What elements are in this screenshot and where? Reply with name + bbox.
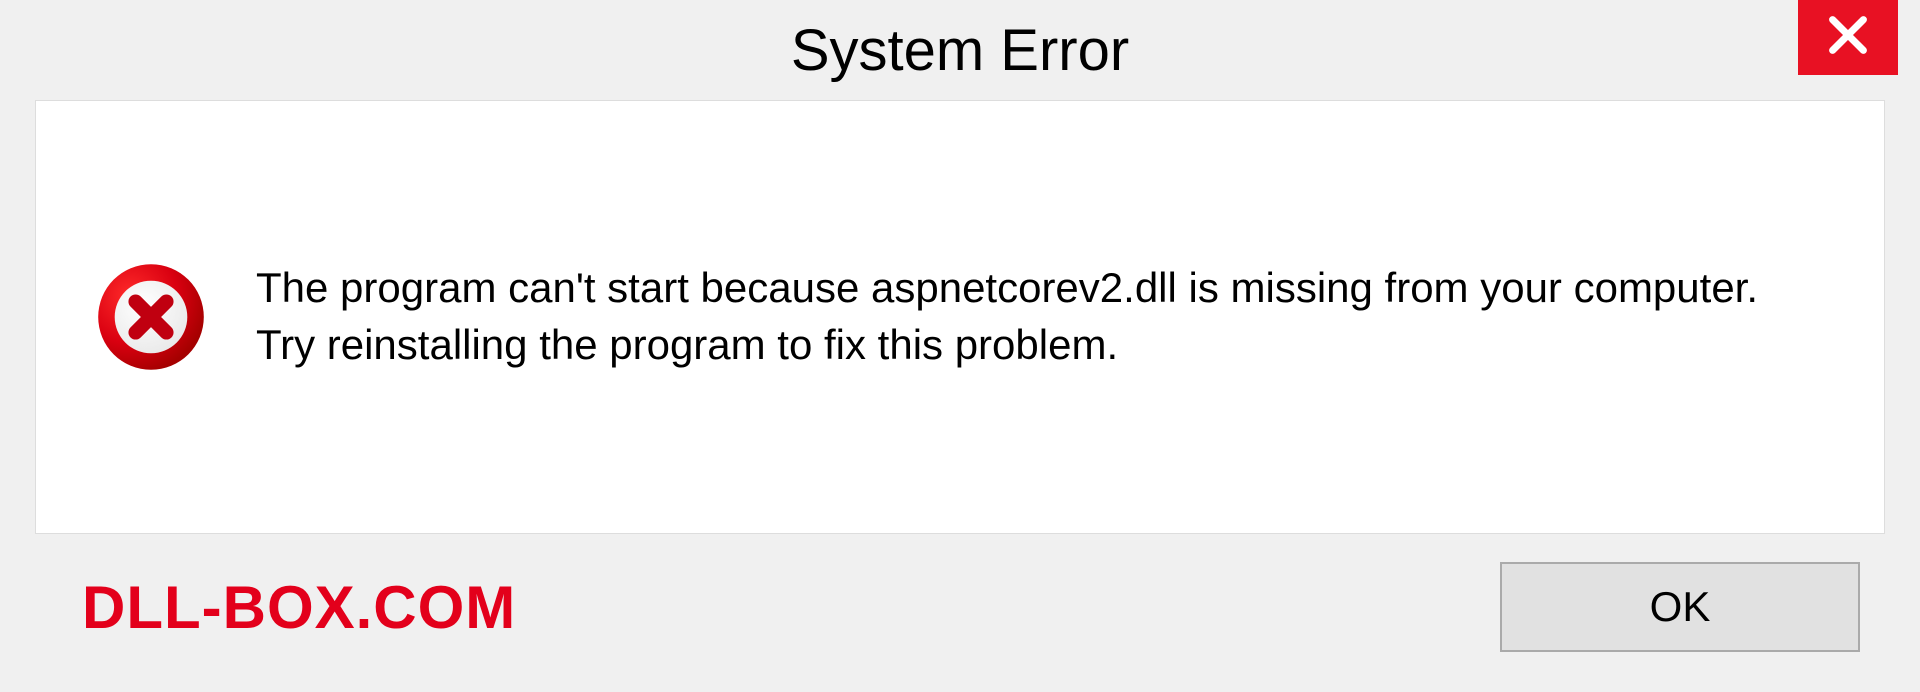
error-icon — [96, 262, 206, 372]
dialog-footer: DLL-BOX.COM OK — [0, 552, 1920, 692]
watermark-text: DLL-BOX.COM — [82, 573, 516, 642]
error-message: The program can't start because aspnetco… — [256, 260, 1804, 373]
ok-button[interactable]: OK — [1500, 562, 1860, 652]
close-button[interactable] — [1798, 0, 1898, 75]
titlebar: System Error — [0, 0, 1920, 100]
ok-button-label: OK — [1650, 583, 1711, 631]
dialog-title: System Error — [791, 17, 1129, 84]
error-dialog: System Error — [0, 0, 1920, 692]
close-icon — [1826, 13, 1870, 62]
content-area: The program can't start because aspnetco… — [35, 100, 1885, 534]
